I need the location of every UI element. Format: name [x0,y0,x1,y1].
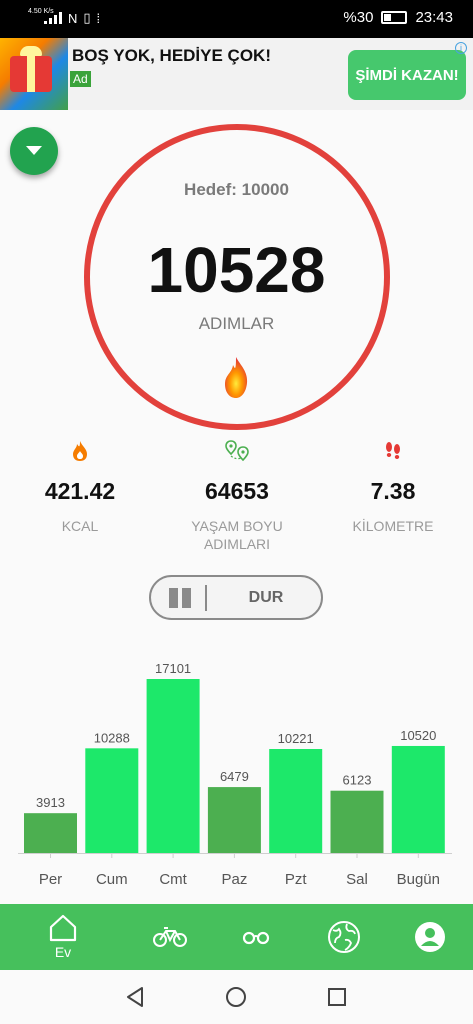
lifetime-steps-label-line1: YAŞAM BOYU [191,518,283,534]
chart-bar-paz[interactable] [207,787,261,853]
location-pins-icon [225,440,249,462]
battery-percent: %30 [343,9,374,26]
nav-profile[interactable] [412,904,448,970]
back-icon[interactable] [125,986,145,1008]
bottom-nav: Ev [0,904,473,970]
chart-category-label: Per [39,871,62,888]
chart-bar-sal[interactable] [330,790,384,853]
lifetime-steps-label-line2: ADIMLARI [203,536,271,552]
vibrate-icon: ▯ [83,10,91,25]
system-nav-bar [0,970,473,1024]
network-speed: 4.50 K/s [28,8,54,15]
globe-icon [328,921,360,953]
chart-category-label: Sal [346,871,368,888]
stat-lifetime-steps: 64653 YAŞAM BOYU ADIMLARI [162,440,312,553]
nfc-icon: N [68,10,78,26]
nav-home[interactable]: Ev [38,904,88,970]
chart-value-label: 10288 [94,730,130,745]
chart-bar-cmt[interactable] [146,679,200,853]
chart-bar-per[interactable] [24,813,77,853]
nav-bike[interactable] [150,904,190,970]
flame-icon [73,441,87,461]
ad-title: BOŞ YOK, HEDİYE ÇOK! [72,46,271,65]
battery-icon [381,11,408,24]
chart-bar-bugün[interactable] [391,745,445,853]
footprints-icon [386,442,400,459]
chart-value-label: 10221 [278,731,314,746]
nav-home-label: Ev [54,944,72,960]
km-label: KİLOMETRE [352,518,434,534]
clock: 23:43 [415,9,453,26]
stop-button[interactable]: DUR [211,577,321,618]
ad-tag: Ad [70,71,91,87]
lifetime-steps-value: 64653 [205,478,269,504]
pause-icon[interactable] [169,588,195,608]
steps-label: ADIMLAR [198,314,275,333]
chart-category-label: Paz [221,871,247,888]
step-count: 10528 [147,234,326,306]
status-left: 4.50 K/s N ▯ ⁞ [28,8,101,26]
home-icon [49,914,77,942]
chart-category-label: Cum [96,871,128,888]
weekly-steps-chart: 3913 Per 10288 Cum 17101 Cmt 6479 Paz 10221 Pzt 61… [0,640,473,900]
ad-banner[interactable]: BOŞ YOK, HEDİYE ÇOK! Ad ŞİMDİ KAZAN! i [0,38,473,110]
recents-icon[interactable] [327,987,347,1007]
bike-icon [153,927,187,947]
chart-category-label: Cmt [159,871,187,888]
weekly-steps-chart-svg: 3913 Per 10288 Cum 17101 Cmt 6479 Paz 10221 Pzt 61… [18,661,452,888]
footsteps-status-icon: ⁞ [96,10,101,26]
profile-icon [415,922,445,952]
toggle-divider [205,585,207,611]
chart-value-label: 10520 [400,728,436,743]
chart-bar-pzt[interactable] [269,749,323,853]
app-screen: 4.50 K/s N ▯ ⁞ %30 23:43 BOŞ YOK, HEDİYE… [0,0,473,1024]
km-value: 7.38 [370,478,416,504]
gift-icon [0,38,68,110]
chart-category-label: Pzt [285,871,308,888]
menu-dropdown-button[interactable] [10,127,58,175]
glasses-icon [242,931,270,945]
flame-icon [225,357,248,398]
chart-category-label: Bugün [397,871,440,888]
chart-value-label: 6123 [343,773,372,788]
status-right: %30 23:43 [343,9,453,26]
chart-value-label: 17101 [155,661,191,676]
nav-glasses[interactable] [236,904,276,970]
kcal-value: 421.42 [44,478,116,504]
goal-text: Hedef: 10000 [184,180,289,199]
chart-bar-cum[interactable] [85,748,139,853]
nav-map[interactable] [322,904,366,970]
chevron-down-icon [26,146,42,155]
lifetime-steps-label: YAŞAM BOYU ADIMLARI [162,517,312,553]
chart-value-label: 6479 [220,769,249,784]
stat-kcal: 421.42 KCAL [5,440,155,535]
home-circle-icon[interactable] [225,986,247,1008]
ad-info-icon[interactable]: i [455,42,467,54]
stat-kilometers: 7.38 KİLOMETRE [318,440,468,535]
ad-cta-button[interactable]: ŞİMDİ KAZAN! [348,50,466,100]
pause-stop-toggle: DUR [149,575,323,620]
kcal-label: KCAL [61,518,99,534]
chart-value-label: 3913 [36,795,65,810]
status-bar: 4.50 K/s N ▯ ⁞ %30 23:43 [0,0,473,38]
